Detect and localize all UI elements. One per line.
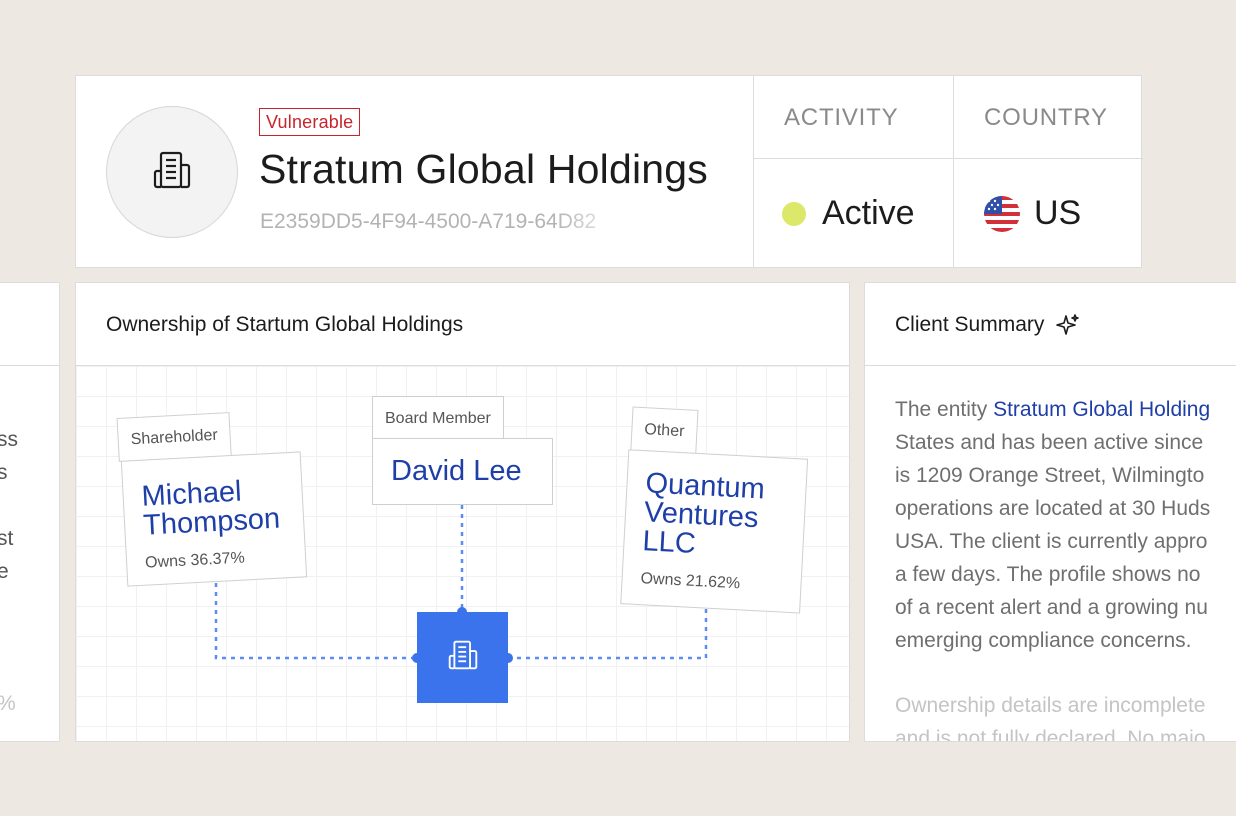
divider — [753, 158, 1143, 159]
node-card: Quantum Ventures LLC Owns 21.62% — [620, 449, 809, 614]
entity-name: Stratum Global Holdings — [259, 146, 708, 192]
country-label: COUNTRY — [984, 104, 1108, 131]
node-name: David Lee — [391, 455, 522, 487]
left-text-fragment: s — [0, 461, 8, 485]
divider — [865, 365, 1236, 366]
entity-header-card: Vulnerable Stratum Global Holdings E2359… — [75, 75, 1143, 268]
ownership-node-other[interactable]: Other Quantum Ventures LLC Owns 21.62% — [616, 406, 817, 626]
summary-line: of a recent alert and a growing nu — [895, 596, 1208, 619]
divider — [753, 76, 754, 267]
divider — [0, 365, 59, 366]
ownership-node-shareholder[interactable]: Shareholder Michael Thompson Owns 36.37% — [115, 408, 314, 593]
ownership-node-board-member[interactable]: Board Member David Lee — [372, 396, 557, 506]
sparkle-icon[interactable] — [1056, 313, 1080, 337]
summary-body-faded: Ownership details are incomplete and is n… — [895, 689, 1236, 742]
entity-id: E2359DD5-4F94-4500-A719-64D82 — [260, 210, 597, 233]
entity-avatar — [106, 106, 238, 238]
divider — [953, 76, 954, 267]
role-tag: Other — [630, 406, 699, 454]
role-tag: Shareholder — [116, 412, 232, 462]
summary-line: and is not fully declared. No majo — [895, 727, 1206, 742]
summary-line: is 1209 Orange Street, Wilmingto — [895, 464, 1205, 487]
building-icon — [149, 147, 195, 198]
summary-body: The entity Stratum Global Holding States … — [895, 393, 1236, 657]
activity-text: Active — [822, 194, 915, 232]
country-value: US — [984, 194, 1081, 233]
us-flag-icon — [984, 195, 1020, 232]
role-tag: Board Member — [372, 396, 504, 440]
summary-title: Client Summary — [895, 313, 1080, 337]
status-dot-icon — [782, 201, 806, 226]
client-summary-card: Client Summary The entity Stratum Global… — [864, 282, 1236, 742]
entity-link[interactable]: Stratum Global Holding — [993, 398, 1210, 421]
summary-line: States and has been active since — [895, 431, 1204, 454]
country-text: US — [1034, 194, 1082, 232]
ownership-card: Ownership of Startum Global Holdings Sha… — [75, 282, 850, 742]
status-badge: Vulnerable — [259, 108, 361, 136]
node-name: Thompson — [142, 502, 281, 542]
activity-label: ACTIVITY — [784, 104, 899, 131]
connector-line — [214, 583, 417, 660]
ownership-percent: Owns 21.62% — [640, 570, 741, 593]
summary-line: Ownership details are incomplete — [895, 694, 1206, 717]
node-card: David Lee — [372, 438, 553, 505]
left-text-fragment: % — [0, 692, 16, 716]
activity-value: Active — [782, 194, 915, 233]
node-card: Michael Thompson Owns 36.37% — [120, 451, 308, 587]
building-icon — [445, 637, 481, 678]
left-text-fragment: ss — [0, 428, 18, 451]
summary-line: emerging compliance concerns. — [895, 629, 1192, 652]
ownership-percent: Owns 36.37% — [144, 549, 246, 572]
left-panel: ss s st e % — [0, 282, 60, 742]
summary-line: a few days. The profile shows no — [895, 563, 1201, 586]
summary-title-text: Client Summary — [895, 313, 1045, 336]
left-text-fragment: e — [0, 560, 9, 584]
summary-line: The entity Stratum Global Holding — [895, 398, 1211, 421]
node-name: LLC — [641, 525, 697, 560]
summary-line: USA. The client is currently appro — [895, 530, 1208, 553]
left-text-fragment: st — [0, 527, 14, 550]
entity-center-node[interactable] — [417, 612, 508, 703]
summary-line: operations are located at 30 Huds — [895, 497, 1211, 520]
